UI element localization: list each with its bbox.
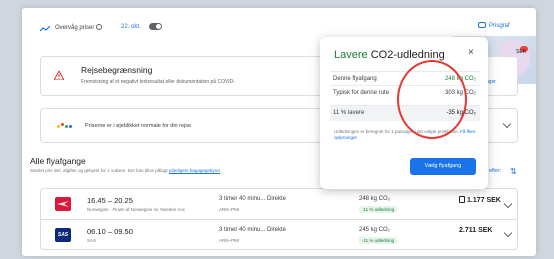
flight-duration: 3 timer 40 minu... Direkte [219, 196, 287, 202]
baggage-fees-link[interactable]: yderligere bagagegebyrer [169, 168, 220, 173]
emission-label: Denne flyafgang [333, 76, 377, 82]
flight-route: ARN–PMI [219, 238, 240, 243]
flight-price: 1.177 SEK [459, 196, 501, 204]
travel-restriction-description: Fremvisning af et negativt testresultat … [81, 79, 235, 85]
emission-label: Typisk for denne rute [333, 90, 390, 96]
flight-airline: Norwegian · Flown af Norwegian Air Swede… [87, 207, 186, 212]
flight-row[interactable]: 16.45 – 20.25 Norwegian · Flown af Norwe… [40, 188, 518, 220]
all-flights-title: Alle flyafgange [30, 156, 86, 166]
flight-airline: SAS [87, 238, 97, 243]
info-icon[interactable] [96, 24, 103, 30]
emission-label: 11 % lavere [333, 110, 365, 116]
price-dots-icon [57, 123, 73, 129]
flight-route: ARN–PMI [219, 207, 240, 212]
flight-price: 2.711 SEK [459, 227, 493, 234]
flight-co2-badge: -11 % udledning [359, 237, 398, 244]
popup-description: Udledningen er beregnet for 1 passager i… [334, 129, 476, 140]
warning-icon [54, 71, 64, 80]
chevron-down-icon[interactable] [503, 228, 513, 238]
norwegian-logo [55, 197, 71, 211]
map-label: SEK [516, 49, 527, 55]
price-insight-text: Priserne er i øjeblikket normale for din… [85, 123, 193, 129]
price-icon [459, 196, 465, 203]
flight-duration: 3 timer 40 minu... Direkte [219, 227, 287, 233]
chevron-down-icon[interactable] [503, 199, 513, 209]
flight-co2[interactable]: 245 kg CO₂ [359, 227, 390, 233]
all-flights-subtitle: Samlet pris inkl. afgifter og gebyrer fo… [30, 168, 221, 173]
flight-co2-badge: -11 % udledning [359, 206, 398, 213]
track-date[interactable]: 22. okt. [121, 24, 141, 30]
flight-time: 16.45 – 20.25 [87, 196, 133, 205]
flight-time: 06.10 – 09.50 [87, 227, 133, 236]
flight-co2[interactable]: 248 kg CO₂ [359, 196, 390, 202]
flight-row[interactable]: SAS 06.10 – 09.50 SAS 3 timer 40 minu...… [40, 220, 518, 250]
track-prices-toggle[interactable] [149, 23, 162, 30]
sort-icon[interactable]: ⇅ [510, 167, 517, 176]
travel-restriction-title: Rejsebegrænsning [81, 65, 153, 75]
chevron-down-icon[interactable] [502, 119, 512, 129]
annotation-circle [397, 60, 467, 139]
track-prices-label: Overvåg priser [55, 24, 103, 31]
select-flight-button[interactable]: Vælg flyafgang [410, 158, 476, 175]
close-icon[interactable]: × [468, 48, 474, 58]
graph-icon [478, 22, 486, 28]
flights-page: Overvåg priser 22. okt. Prisgraf SEK Rej… [22, 8, 536, 256]
trend-icon [40, 26, 50, 32]
sas-logo: SAS [55, 228, 71, 242]
price-graph-button[interactable]: Prisgraf [478, 22, 510, 29]
